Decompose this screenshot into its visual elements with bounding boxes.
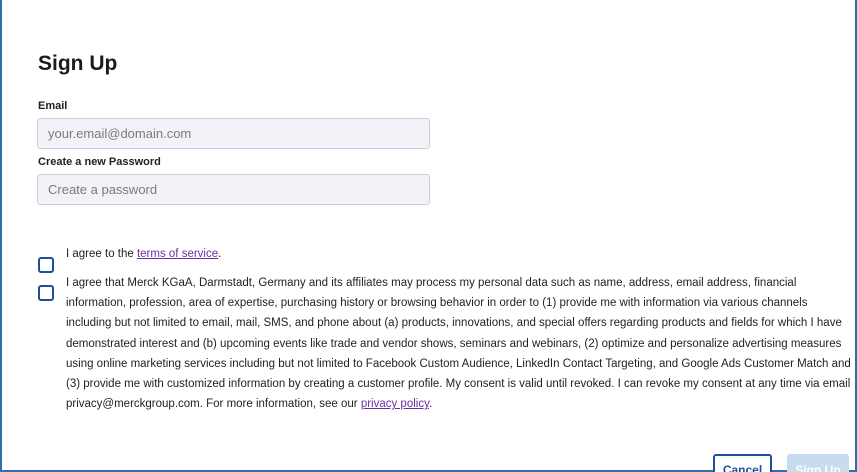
marketing-consent-body: I agree that Merck KGaA, Darmstadt, Germ… — [66, 277, 851, 411]
email-field[interactable] — [37, 118, 430, 149]
email-label: Email — [38, 100, 68, 112]
terms-consent-text: I agree to the terms of service. — [66, 248, 221, 260]
page-title: Sign Up — [38, 52, 118, 75]
terms-suffix: . — [218, 248, 222, 260]
password-field[interactable] — [37, 174, 430, 205]
sign-up-button[interactable]: Sign Up — [787, 454, 849, 472]
terms-of-service-link[interactable]: terms of service — [137, 248, 218, 260]
marketing-consent-text: I agree that Merck KGaA, Darmstadt, Germ… — [66, 273, 851, 414]
cancel-button[interactable]: Cancel — [713, 454, 772, 472]
terms-checkbox[interactable] — [38, 257, 54, 273]
privacy-suffix: . — [428, 398, 433, 411]
password-label: Create a new Password — [38, 156, 161, 168]
terms-prefix: I agree to the — [66, 248, 137, 260]
privacy-policy-link[interactable]: privacy policy — [361, 398, 429, 410]
marketing-consent-checkbox[interactable] — [38, 285, 54, 301]
